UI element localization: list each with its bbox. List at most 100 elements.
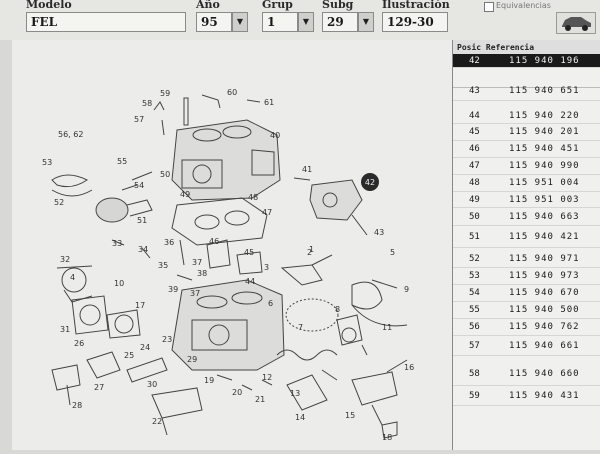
table-row[interactable]: 54 115 940 670 xyxy=(453,285,600,302)
chevron-down-icon: ▼ xyxy=(236,17,244,26)
callout-label: 44 xyxy=(245,277,255,286)
chevron-down-icon: ▼ xyxy=(362,17,370,26)
ano-select[interactable]: 95 xyxy=(196,12,232,32)
car-icon xyxy=(562,17,591,31)
table-row[interactable]: 49 115 951 003 xyxy=(453,192,600,208)
table-row[interactable]: 42 115 940 196 xyxy=(453,54,600,68)
callout-label: 23 xyxy=(162,335,172,344)
table-row[interactable]: 52 115 940 971 xyxy=(453,251,600,268)
callout-label: 60 xyxy=(227,88,237,97)
table-row[interactable]: 48 115 951 004 xyxy=(453,175,600,192)
callout-label: 55 xyxy=(117,157,127,166)
part-position: 57 xyxy=(469,341,480,351)
callout-label: 11 xyxy=(382,323,392,332)
part-reference: 115 940 973 xyxy=(509,271,580,281)
table-row[interactable]: 43 115 940 651 xyxy=(453,81,600,101)
table-row[interactable]: 51 115 940 421 xyxy=(453,226,600,248)
part-reference: 115 951 004 xyxy=(509,178,580,188)
part-position: 43 xyxy=(469,86,480,96)
callout-label: 36 xyxy=(164,238,174,247)
callout-label: 26 xyxy=(74,339,84,348)
header-bar: Modelo FEL Año 95 ▼ Grup 1 ▼ Subg 29 ▼ I… xyxy=(0,0,600,40)
ano-label: Año xyxy=(196,0,220,11)
callout-label: 33 xyxy=(112,239,122,248)
modelo-label: Modelo xyxy=(26,0,72,11)
callout-label: 32 xyxy=(60,255,70,264)
callout-label: 21 xyxy=(255,395,265,404)
callout-label: 50 xyxy=(160,170,170,179)
callout-label: 39 xyxy=(168,285,178,294)
callout-label: 3 xyxy=(264,263,269,272)
callout-label: 31 xyxy=(60,325,70,334)
grup-dropdown-button[interactable]: ▼ xyxy=(298,12,314,32)
part-position: 52 xyxy=(469,254,480,264)
callout-label: 52 xyxy=(54,198,64,207)
callout-label: 41 xyxy=(302,165,312,174)
callout-label: 53 xyxy=(42,158,52,167)
part-reference: 115 940 196 xyxy=(509,56,580,66)
table-row[interactable]: 44 115 940 220 xyxy=(453,108,600,124)
callout-label: 22 xyxy=(152,417,162,426)
table-row[interactable]: 47 115 940 990 xyxy=(453,158,600,175)
ano-dropdown-button[interactable]: ▼ xyxy=(232,12,248,32)
callout-label: 17 xyxy=(135,301,145,310)
callout-label: 30 xyxy=(147,380,157,389)
part-reference: 115 940 670 xyxy=(509,288,580,298)
callout-label: 47 xyxy=(262,208,272,217)
modelo-field[interactable]: FEL xyxy=(26,12,186,32)
exploded-parts-diagram[interactable]: 42 59 60 58 61 57 40 56, 62 55 53 50 41 … xyxy=(12,40,452,450)
table-row[interactable]: 59 115 940 431 xyxy=(453,386,600,406)
callout-label: 48 xyxy=(248,193,258,202)
callout-label: 16 xyxy=(404,363,414,372)
part-position: 59 xyxy=(469,391,480,401)
callout-label: 37 xyxy=(192,258,202,267)
part-reference: 115 940 661 xyxy=(509,341,580,351)
callout-label: 9 xyxy=(404,285,409,294)
callout-label: 19 xyxy=(204,376,214,385)
callout-label: 49 xyxy=(180,190,190,199)
table-row[interactable]: 53 115 940 973 xyxy=(453,268,600,285)
ilustracion-field[interactable]: 129-30 xyxy=(382,12,448,32)
table-row[interactable]: 55 115 940 500 xyxy=(453,302,600,319)
ilustracion-label: Ilustración xyxy=(382,0,450,11)
callout-label: 5 xyxy=(390,248,395,257)
part-reference: 115 940 660 xyxy=(509,369,580,379)
part-reference: 115 951 003 xyxy=(509,195,580,205)
callout-label: 35 xyxy=(158,261,168,270)
callout-label: 8 xyxy=(335,305,340,314)
callout-label: 4 xyxy=(70,273,75,282)
callout-label: 29 xyxy=(187,355,197,364)
subg-label: Subg xyxy=(322,0,354,11)
callout-label: 28 xyxy=(72,401,82,410)
table-row[interactable]: 45 115 940 201 xyxy=(453,124,600,141)
part-reference: 115 940 663 xyxy=(509,212,580,222)
table-row[interactable]: 50 115 940 663 xyxy=(453,208,600,226)
callout-label: 20 xyxy=(232,388,242,397)
table-row[interactable]: 57 115 940 661 xyxy=(453,336,600,356)
part-position: 47 xyxy=(469,161,480,171)
callout-label: 18 xyxy=(382,433,392,442)
subg-dropdown-button[interactable]: ▼ xyxy=(358,12,374,32)
callout-label: 7 xyxy=(298,323,303,332)
equivalencias-checkbox[interactable] xyxy=(484,2,494,12)
callout-label: 54 xyxy=(134,181,144,190)
grup-select[interactable]: 1 xyxy=(262,12,298,32)
car-button[interactable] xyxy=(556,12,596,34)
grup-label: Grup xyxy=(262,0,293,11)
subg-select[interactable]: 29 xyxy=(322,12,358,32)
callout-label: 45 xyxy=(244,248,254,257)
part-reference: 115 940 990 xyxy=(509,161,580,171)
table-row[interactable]: 46 115 940 451 xyxy=(453,141,600,158)
part-reference: 115 940 201 xyxy=(509,127,580,137)
callout-label: 25 xyxy=(124,351,134,360)
table-row[interactable]: 56 115 940 762 xyxy=(453,319,600,336)
callout-label: 58 xyxy=(142,99,152,108)
part-position: 51 xyxy=(469,232,480,242)
callout-label: 46 xyxy=(209,237,219,246)
chevron-down-icon: ▼ xyxy=(302,17,310,26)
part-reference: 115 940 220 xyxy=(509,111,580,121)
part-reference: 115 940 451 xyxy=(509,144,580,154)
part-position: 46 xyxy=(469,144,480,154)
callout-label: 12 xyxy=(262,373,272,382)
table-row[interactable]: 58 115 940 660 xyxy=(453,363,600,386)
